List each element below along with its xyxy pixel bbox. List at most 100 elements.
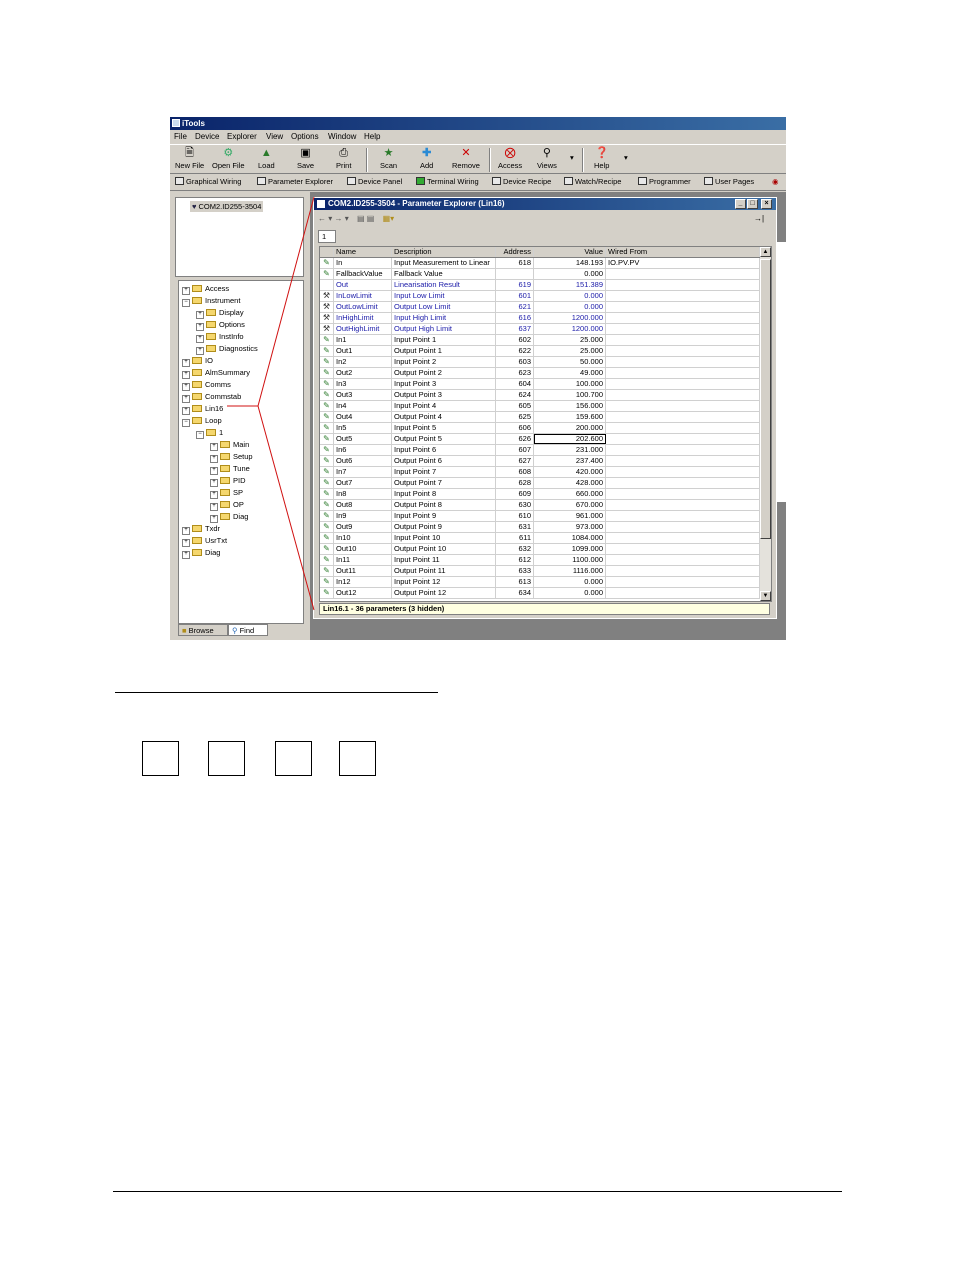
- open-folder-icon[interactable]: ▦▾: [383, 214, 395, 223]
- expand-icon[interactable]: +: [182, 395, 190, 403]
- tree-node-setup[interactable]: + Setup: [210, 452, 253, 463]
- table-row[interactable]: ✎ In2 Input Point 2 603 50.000: [320, 357, 760, 368]
- user-pages-button[interactable]: User Pages: [704, 177, 754, 186]
- cell-value[interactable]: 420.000: [534, 467, 606, 477]
- cell-value[interactable]: 151.389: [534, 280, 606, 290]
- column-header-description[interactable]: Description: [392, 247, 496, 257]
- expand-icon[interactable]: +: [210, 515, 218, 523]
- terminal-wiring-button[interactable]: Terminal Wiring: [416, 177, 479, 186]
- table-row[interactable]: ✎ In8 Input Point 8 609 660.000: [320, 489, 760, 500]
- folder-up-icon[interactable]: ▤: [357, 214, 365, 223]
- cell-value[interactable]: 1200.000: [534, 324, 606, 334]
- cell-value[interactable]: 231.000: [534, 445, 606, 455]
- load-button[interactable]: ▲ Load: [258, 147, 275, 170]
- cell-value[interactable]: 973.000: [534, 522, 606, 532]
- device-node[interactable]: ♥ COM2.ID255-3504: [190, 201, 264, 212]
- table-row[interactable]: Out Linearisation Result 619 151.389: [320, 280, 760, 291]
- expand-icon[interactable]: +: [182, 539, 190, 547]
- table-row[interactable]: ✎ Out1 Output Point 1 622 25.000: [320, 346, 760, 357]
- column-header-value[interactable]: Value: [534, 247, 606, 257]
- expand-icon[interactable]: +: [210, 491, 218, 499]
- tree-node-instinfo[interactable]: + InstInfo: [196, 332, 244, 343]
- cell-value[interactable]: 100.700: [534, 390, 606, 400]
- cell-value[interactable]: 25.000: [534, 346, 606, 356]
- collapse-icon[interactable]: −: [182, 299, 190, 307]
- tree-node-pid[interactable]: + PID: [210, 476, 246, 487]
- cell-value[interactable]: 237.400: [534, 456, 606, 466]
- tree-node-loop-diag[interactable]: + Diag: [210, 512, 248, 523]
- expand-icon[interactable]: +: [182, 359, 190, 367]
- menu-file[interactable]: File: [174, 132, 187, 141]
- cell-value[interactable]: 0.000: [534, 577, 606, 587]
- scroll-up-arrow[interactable]: ▲: [760, 247, 771, 257]
- expand-icon[interactable]: +: [182, 551, 190, 559]
- table-row[interactable]: ✎ Out7 Output Point 7 628 428.000: [320, 478, 760, 489]
- tree-node-txdr[interactable]: + Txdr: [182, 524, 220, 535]
- tree-node-commstab[interactable]: + Commstab: [182, 392, 241, 403]
- tree-node-main[interactable]: + Main: [210, 440, 249, 451]
- expand-icon[interactable]: +: [196, 347, 204, 355]
- table-row[interactable]: ✎ Out11 Output Point 11 633 1116.000: [320, 566, 760, 577]
- tree-node-almsummary[interactable]: + AlmSummary: [182, 368, 250, 379]
- access-button[interactable]: ⨂ Access: [498, 147, 522, 170]
- cell-value[interactable]: 100.000: [534, 379, 606, 389]
- cell-value[interactable]: 159.600: [534, 412, 606, 422]
- table-row[interactable]: ✎ In10 Input Point 10 611 1084.000: [320, 533, 760, 544]
- menu-view[interactable]: View: [266, 132, 283, 141]
- expand-icon[interactable]: +: [182, 407, 190, 415]
- help-button[interactable]: ❓ Help: [594, 147, 609, 170]
- device-recipe-button[interactable]: Device Recipe: [492, 177, 551, 186]
- tree-node-io[interactable]: + IO: [182, 356, 213, 367]
- table-row[interactable]: ✎ Out12 Output Point 12 634 0.000: [320, 588, 760, 599]
- save-button[interactable]: ▣ Save: [297, 147, 314, 170]
- cell-value[interactable]: 156.000: [534, 401, 606, 411]
- table-row[interactable]: ✎ In5 Input Point 5 606 200.000: [320, 423, 760, 434]
- tab-browse[interactable]: ■ Browse: [178, 624, 228, 636]
- table-row[interactable]: ✎ Out2 Output Point 2 623 49.000: [320, 368, 760, 379]
- forward-arrow-icon[interactable]: →: [334, 214, 342, 223]
- menu-options[interactable]: Options: [291, 132, 319, 141]
- print-button[interactable]: ⎙ Print: [336, 147, 351, 170]
- table-row[interactable]: ✎ In9 Input Point 9 610 961.000: [320, 511, 760, 522]
- cell-value[interactable]: 25.000: [534, 335, 606, 345]
- expand-icon[interactable]: +: [210, 503, 218, 511]
- tab-find[interactable]: ⚲ Find: [228, 624, 268, 636]
- binoculars-icon[interactable]: ◉: [772, 177, 779, 186]
- table-row[interactable]: ✎ FallbackValue Fallback Value 0.000: [320, 269, 760, 280]
- tab-1[interactable]: 1: [318, 230, 336, 243]
- table-row[interactable]: ✎ Out4 Output Point 4 625 159.600: [320, 412, 760, 423]
- views-button[interactable]: ⚲ Views: [537, 147, 557, 170]
- table-row[interactable]: ✎ In7 Input Point 7 608 420.000: [320, 467, 760, 478]
- device-panel-button[interactable]: Device Panel: [347, 177, 402, 186]
- cell-value[interactable]: 1099.000: [534, 544, 606, 554]
- minimize-button[interactable]: _: [735, 199, 746, 209]
- expand-icon[interactable]: +: [196, 311, 204, 319]
- views-dropdown-arrow[interactable]: ▾: [570, 153, 574, 162]
- table-row[interactable]: ✎ Out9 Output Point 9 631 973.000: [320, 522, 760, 533]
- menu-help[interactable]: Help: [364, 132, 380, 141]
- tree-node-loop[interactable]: − Loop: [182, 416, 222, 427]
- cell-value[interactable]: 200.000: [534, 423, 606, 433]
- table-row[interactable]: ✎ In3 Input Point 3 604 100.000: [320, 379, 760, 390]
- table-row[interactable]: ✎ In12 Input Point 12 613 0.000: [320, 577, 760, 588]
- table-row[interactable]: ⚒ InLowLimit Input Low Limit 601 0.000: [320, 291, 760, 302]
- help-dropdown-arrow[interactable]: ▾: [624, 153, 628, 162]
- tree-node-options[interactable]: + Options: [196, 320, 245, 331]
- cell-value[interactable]: 50.000: [534, 357, 606, 367]
- expand-icon[interactable]: +: [182, 527, 190, 535]
- column-header-name[interactable]: Name: [334, 247, 392, 257]
- expand-icon[interactable]: +: [210, 479, 218, 487]
- cell-value[interactable]: 1084.000: [534, 533, 606, 543]
- cell-value[interactable]: 961.000: [534, 511, 606, 521]
- table-row[interactable]: ✎ Out5 Output Point 5 626 202.600: [320, 434, 760, 445]
- cell-value[interactable]: 0.000: [534, 302, 606, 312]
- pin-icon[interactable]: →|: [754, 214, 764, 223]
- expand-icon[interactable]: +: [210, 467, 218, 475]
- scroll-thumb[interactable]: [760, 259, 771, 539]
- open-file-button[interactable]: ⚙ Open File: [212, 147, 245, 170]
- menu-explorer[interactable]: Explorer: [227, 132, 257, 141]
- cell-value[interactable]: 49.000: [534, 368, 606, 378]
- cell-value[interactable]: 670.000: [534, 500, 606, 510]
- back-dropdown-icon[interactable]: ▾: [328, 214, 332, 223]
- expand-icon[interactable]: +: [182, 371, 190, 379]
